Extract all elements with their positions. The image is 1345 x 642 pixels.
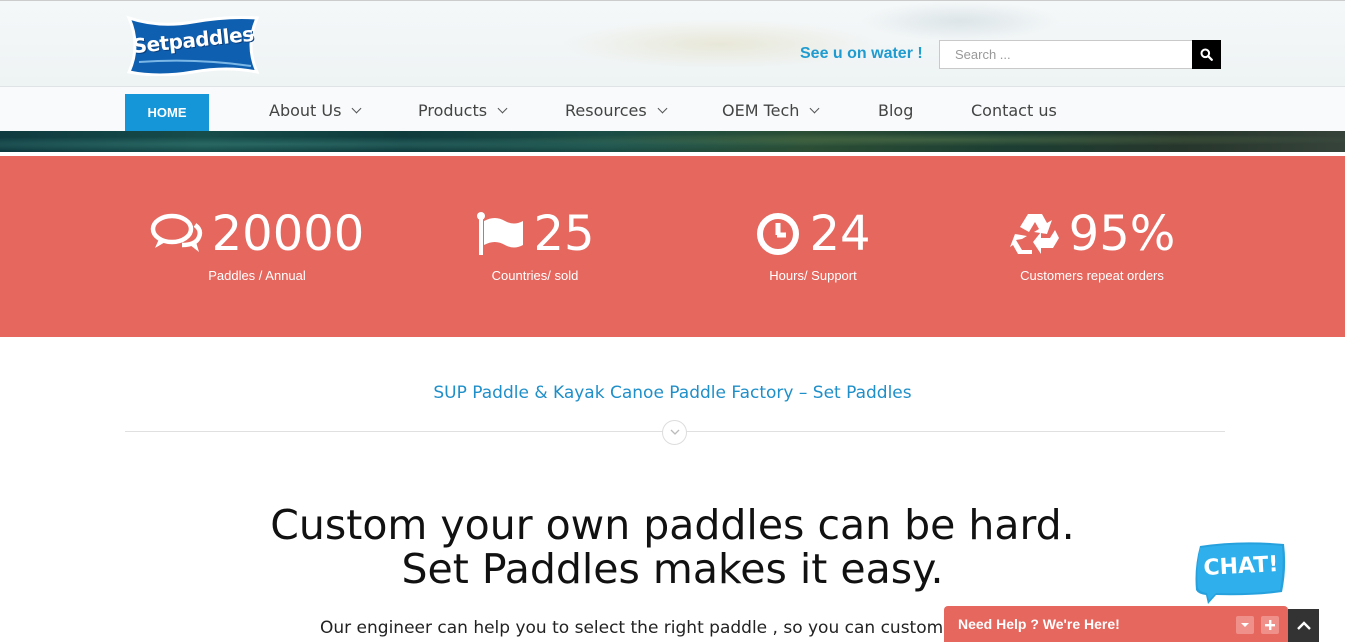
chat-bubble-label: CHAT!: [1202, 552, 1280, 581]
header: Setpaddles See u on water ! Search ... H…: [0, 0, 1345, 152]
chat-minimize-button[interactable]: [1236, 616, 1254, 634]
nav-item-label: OEM Tech: [722, 101, 800, 120]
search-input[interactable]: Search ...: [939, 40, 1193, 69]
intro-paragraph: Our engineer can help you to select the …: [320, 618, 967, 638]
search-button[interactable]: [1192, 40, 1221, 69]
plus-icon: [1265, 620, 1275, 630]
nav-item-products[interactable]: Products: [418, 101, 508, 120]
divider-chevron: [662, 420, 687, 445]
main-headline: Custom your own paddles can be hard. Set…: [0, 503, 1345, 591]
nav-item-contact-us[interactable]: Contact us: [971, 101, 1057, 120]
page: Setpaddles See u on water ! Search ... H…: [0, 0, 1345, 642]
nav-item-label: About Us: [269, 101, 342, 120]
chevron-down-icon: [497, 103, 508, 114]
nav-item-oem-tech[interactable]: OEM Tech: [722, 101, 820, 120]
chevron-down-icon: [670, 429, 679, 435]
chat-widget-bar[interactable]: Need Help ? We're Here!: [944, 606, 1288, 642]
chat-expand-button[interactable]: [1261, 616, 1279, 634]
stat-repeat-orders: 95% Customers repeat orders: [981, 206, 1203, 283]
chat-bubble-button[interactable]: CHAT!: [1194, 540, 1288, 606]
caret-down-icon: [1241, 623, 1249, 627]
nav-item-about-us[interactable]: About Us: [269, 101, 362, 120]
main-nav: HOME About Us Products Resources OEM Tec…: [0, 86, 1345, 131]
stat-label: Countries/ sold: [491, 268, 579, 283]
section-subtitle: SUP Paddle & Kayak Canoe Paddle Factory …: [433, 383, 912, 403]
nav-item-label: Resources: [565, 101, 647, 120]
tagline: See u on water !: [800, 45, 923, 62]
chevron-down-icon: [809, 103, 820, 114]
stat-support: 24 Hours/ Support: [702, 206, 924, 283]
nav-item-label: Blog: [878, 101, 914, 120]
nav-item-blog[interactable]: Blog: [878, 101, 913, 120]
nav-item-label: Products: [418, 101, 488, 120]
stat-value: 20000: [211, 206, 365, 262]
chevron-down-icon: [351, 103, 362, 114]
stat-label: Hours/ Support: [769, 268, 857, 283]
nav-item-resources[interactable]: Resources: [565, 101, 668, 120]
stat-label: Customers repeat orders: [1020, 268, 1164, 283]
recycle-icon: [1009, 214, 1059, 254]
chevron-down-icon: [657, 103, 668, 114]
stat-label: Paddles / Annual: [208, 268, 306, 283]
chevron-up-icon: [1296, 621, 1311, 630]
headline-line-2: Set Paddles makes it easy.: [401, 545, 944, 593]
stat-value: 95%: [1068, 206, 1176, 262]
scroll-to-top-button[interactable]: [1288, 609, 1319, 642]
stats-band: 20000 Paddles / Annual 25 Countries/ sol…: [0, 156, 1345, 337]
header-photo-strip: [0, 131, 1345, 152]
header-background-decoration-2: [860, 1, 1060, 41]
nav-item-home[interactable]: HOME: [125, 94, 209, 131]
nav-item-label: Contact us: [971, 101, 1057, 120]
site-logo[interactable]: Setpaddles: [125, 14, 261, 76]
clock-icon: [757, 213, 800, 255]
chat-bar-label: Need Help ? We're Here!: [958, 616, 1120, 632]
stat-value: 25: [533, 206, 595, 262]
comments-icon: [150, 213, 202, 252]
flag-icon: [477, 212, 524, 255]
search-icon: [1200, 48, 1213, 61]
headline-line-1: Custom your own paddles can be hard.: [270, 501, 1075, 549]
stat-paddles: 20000 Paddles / Annual: [146, 206, 368, 283]
stat-value: 24: [809, 206, 871, 262]
stat-countries: 25 Countries/ sold: [424, 206, 646, 283]
